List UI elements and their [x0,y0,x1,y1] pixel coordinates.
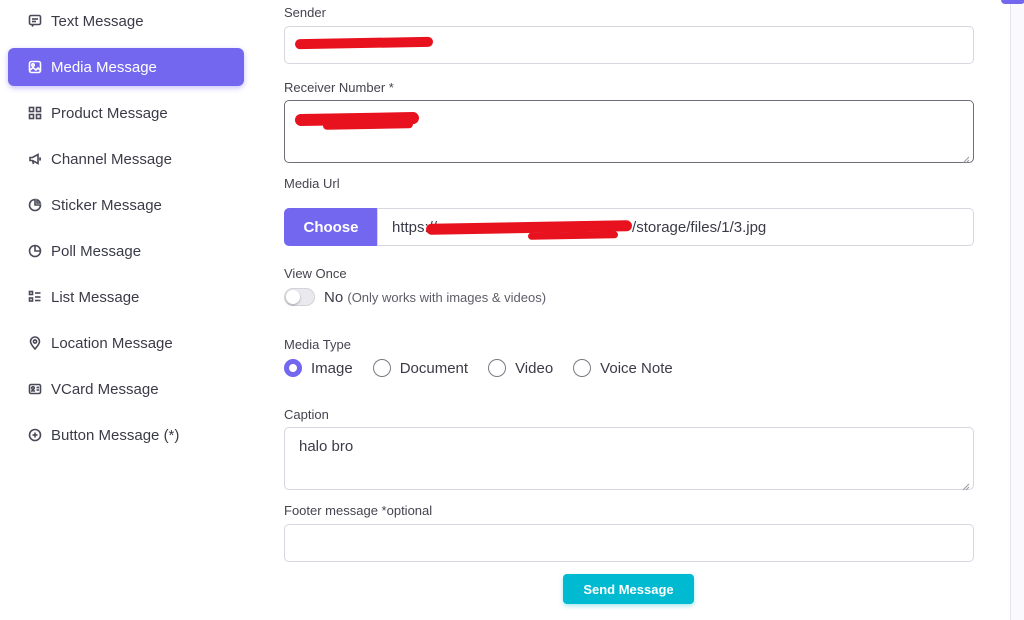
sidebar-item-label: VCard Message [51,380,159,398]
sidebar-item-vcard-message[interactable]: VCard Message [8,370,244,408]
caption-label: Caption [284,407,329,422]
caption-textarea[interactable]: halo bro [284,427,974,491]
media-url-suffix: /storage/files/1/3.jpg [632,218,767,236]
radio-label: Voice Note [600,359,673,377]
radio-label: Document [399,359,469,377]
sidebar-item-text-message[interactable]: Text Message [8,2,244,40]
sidebar-item-label: Text Message [51,12,144,30]
message-icon [28,14,42,28]
view-once-status: No (Only works with images & videos) [324,289,546,306]
radio-image[interactable]: Image [284,359,353,377]
send-message-button[interactable]: Send Message [563,574,694,604]
radio-dot [573,359,592,377]
list-icon [28,290,42,304]
image-icon [28,60,42,74]
sidebar: Text Message Media Message Product Messa… [0,0,252,620]
media-url-input[interactable]: https:// /storage/files/1/3.jpg [377,208,974,246]
vcard-icon [28,382,42,396]
radio-dot [284,359,302,377]
view-once-note: (Only works with images & videos) [347,290,547,305]
media-type-radio-group: Image Document Video Voice Note [284,358,693,378]
sidebar-item-label: Channel Message [51,150,172,168]
media-url-label: Media Url [284,176,340,191]
sidebar-item-button-message[interactable]: Button Message (*) [8,416,244,454]
grid-icon [28,106,42,120]
view-once-value: No [324,289,344,306]
view-once-label: View Once [284,266,347,281]
redaction-mark [322,120,414,130]
sidebar-item-location-message[interactable]: Location Message [8,324,244,362]
radio-video[interactable]: Video [488,359,553,377]
right-edge-panel [1001,0,1024,620]
receiver-number-textarea[interactable] [284,100,974,164]
toggle-knob [286,290,300,304]
sidebar-item-label: Product Message [51,104,168,122]
sender-input[interactable] [284,26,974,64]
footer-label: Footer message *optional [284,503,433,518]
resize-handle-icon[interactable] [962,478,970,491]
radio-dot [488,359,507,377]
media-type-label: Media Type [284,337,351,352]
radio-label: Image [311,359,353,377]
redaction-mark [294,36,434,50]
view-once-toggle[interactable] [284,288,315,306]
sidebar-item-sticker-message[interactable]: Sticker Message [8,186,244,224]
megaphone-icon [28,152,42,166]
radio-voice-note[interactable]: Voice Note [573,359,673,377]
sidebar-item-label: Media Message [51,58,157,76]
sidebar-item-poll-message[interactable]: Poll Message [8,232,244,270]
resize-handle-icon[interactable] [962,151,970,164]
radio-document[interactable]: Document [372,359,469,377]
pie-icon [28,244,42,258]
sticker-icon [28,198,42,212]
caption-value: halo bro [299,438,354,455]
sidebar-item-label: Location Message [51,334,173,352]
customizer-tab[interactable] [1001,0,1024,4]
sender-label: Sender [284,5,326,20]
plus-circle-icon [28,428,42,442]
choose-button[interactable]: Choose [284,208,378,246]
sidebar-item-label: Button Message (*) [51,426,180,444]
receiver-label: Receiver Number * [284,80,394,95]
sidebar-item-label: List Message [51,288,140,306]
sidebar-item-product-message[interactable]: Product Message [8,94,244,132]
sidebar-item-label: Sticker Message [51,196,162,214]
redaction-mark [527,231,619,240]
footer-message-input[interactable] [284,524,974,562]
sidebar-item-media-message[interactable]: Media Message [8,48,244,86]
radio-dot [372,359,391,377]
radio-label: Video [515,359,554,377]
pin-icon [28,336,42,350]
sidebar-item-list-message[interactable]: List Message [8,278,244,316]
sidebar-item-label: Poll Message [51,242,142,260]
sidebar-item-channel-message[interactable]: Channel Message [8,140,244,178]
